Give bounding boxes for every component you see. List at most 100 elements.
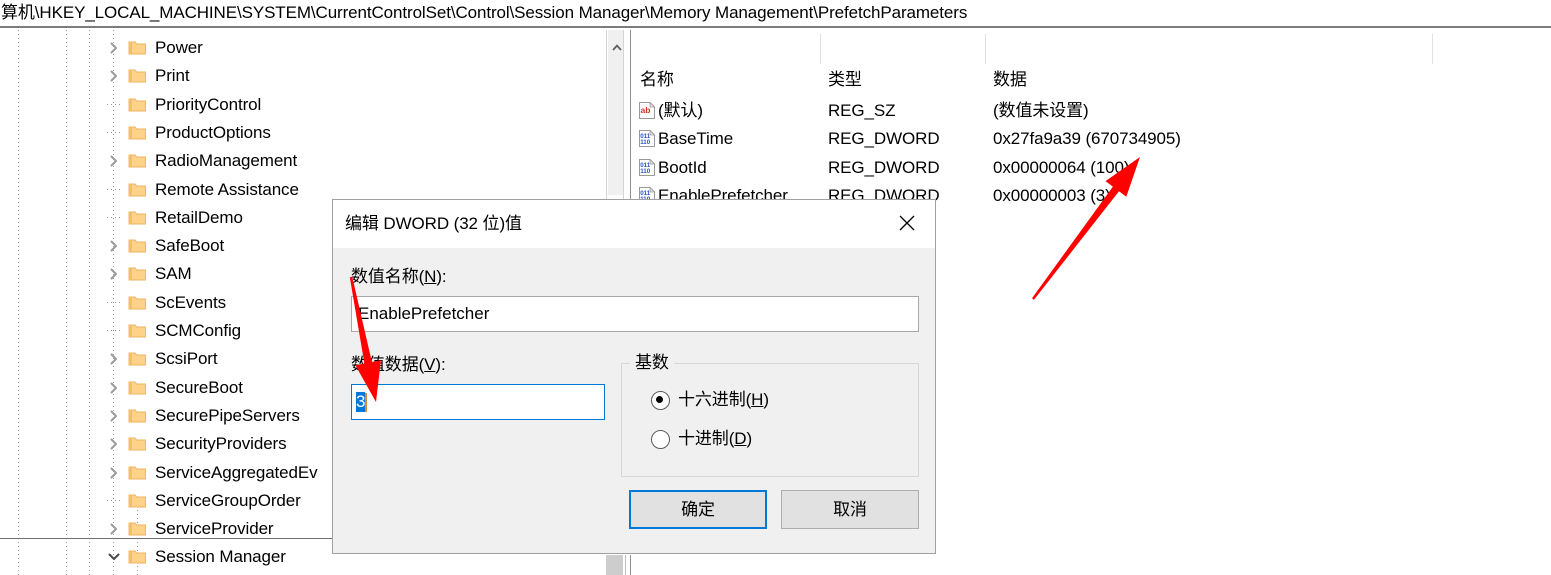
tree-item-label: SCMConfig (155, 321, 242, 340)
chevron-right-icon[interactable] (104, 62, 126, 90)
chevron-right-icon[interactable] (104, 374, 126, 402)
tree-guide-line (18, 30, 19, 575)
tree-item-secureboot[interactable]: SecureBoot (104, 374, 243, 402)
tree-item-power[interactable]: Power (104, 34, 203, 62)
value-name-label-prefix: 数值名称( (351, 267, 425, 286)
tree-item-label: Remote Assistance (155, 179, 299, 199)
tree-guide-line (89, 30, 90, 575)
folder-icon (126, 232, 148, 260)
close-icon[interactable] (887, 206, 927, 240)
tree-item-label: ServiceGroupOrder (155, 490, 301, 510)
value-list-row[interactable] (632, 128, 1551, 156)
column-header-data[interactable]: 数据 (993, 70, 1027, 90)
column-header-type[interactable]: 类型 (828, 70, 862, 90)
folder-icon (126, 345, 148, 373)
chevron-right-icon[interactable] (104, 232, 126, 260)
text-caret (365, 392, 368, 412)
column-separator[interactable] (820, 34, 821, 64)
tree-item-label: Power (155, 38, 203, 57)
column-header-name[interactable]: 名称 (640, 70, 674, 90)
base-group-label: 基数 (630, 353, 674, 373)
tree-connector (104, 289, 126, 317)
value-name-label-suffix: ): (436, 267, 447, 286)
tree-item-label: RadioManagement (155, 151, 298, 171)
folder-icon (126, 62, 148, 90)
folder-icon (126, 91, 148, 119)
folder-icon (126, 204, 148, 232)
folder-icon (126, 459, 148, 487)
tree-item-scsiport[interactable]: ScsiPort (104, 345, 218, 373)
tree-item-scevents[interactable]: ScEvents (104, 289, 226, 317)
folder-icon (126, 374, 148, 402)
column-separator[interactable] (1432, 34, 1433, 64)
tree-item-servicegrouporder[interactable]: ServiceGroupOrder (104, 487, 301, 515)
value-data-label: 数值数据(V): (351, 355, 446, 375)
tree-item-safeboot[interactable]: SafeBoot (104, 232, 224, 260)
tree-item-securepipeservers[interactable]: SecurePipeServers (104, 402, 300, 430)
tree-item-label: ScEvents (155, 292, 227, 312)
tree-item-label: SecureBoot (155, 377, 243, 397)
chevron-right-icon[interactable] (104, 459, 126, 487)
radio-decimal-indicator[interactable] (651, 429, 670, 449)
folder-icon (126, 289, 148, 317)
tree-item-serviceaggregatedev[interactable]: ServiceAggregatedEv (104, 459, 318, 487)
tree-item-label: SAM (155, 264, 192, 284)
dialog-title-bar: 编辑 DWORD (32 位)值 (333, 200, 935, 248)
tree-item-label: ScsiPort (155, 349, 218, 369)
value-list-row[interactable] (632, 157, 1551, 185)
value-data-label-prefix: 数值数据( (351, 355, 425, 374)
column-separator[interactable] (985, 34, 986, 64)
tree-item-label: SecurePipeServers (155, 405, 300, 425)
radio-decimal[interactable]: 十进制(D) (651, 429, 752, 449)
tree-scrollbar-thumb[interactable] (608, 30, 624, 195)
chevron-right-icon[interactable] (104, 260, 126, 288)
value-name-input-text: EnablePrefetcher (358, 304, 490, 323)
tree-item-radiomanagement[interactable]: RadioManagement (104, 147, 297, 175)
folder-icon (126, 176, 148, 204)
folder-icon (126, 402, 148, 430)
tree-item-label: ServiceProvider (155, 519, 274, 539)
ok-button[interactable]: 确定 (629, 490, 767, 529)
base-groupbox (621, 363, 919, 477)
chevron-right-icon[interactable] (104, 402, 126, 430)
value-data-input-text: 3 (356, 392, 366, 412)
tree-item-retaildemo[interactable]: RetailDemo (104, 204, 243, 232)
tree-item-productoptions[interactable]: ProductOptions (104, 119, 271, 147)
tree-horizontal-scrollbar[interactable] (606, 555, 623, 575)
value-data-input[interactable]: 3 (351, 384, 605, 420)
value-name-accesskey: N (424, 267, 437, 286)
value-name-label: 数值名称(N): (351, 267, 447, 287)
tree-item-securityproviders[interactable]: SecurityProviders (104, 430, 287, 458)
chevron-right-icon[interactable] (104, 34, 126, 62)
address-bar[interactable]: 算机\HKEY_LOCAL_MACHINE\SYSTEM\CurrentCont… (0, 0, 1551, 28)
registry-editor-window: 算机\HKEY_LOCAL_MACHINE\SYSTEM\CurrentCont… (0, 0, 1551, 575)
tree-item-sam[interactable]: SAM (104, 260, 192, 288)
tree-item-scmconfig[interactable]: SCMConfig (104, 317, 241, 345)
tree-item-session-manager[interactable]: Session Manager (104, 543, 286, 571)
chevron-right-icon[interactable] (104, 430, 126, 458)
tree-item-label: Session Manager (155, 547, 286, 567)
cancel-button[interactable]: 取消 (781, 490, 919, 529)
radio-hexadecimal[interactable]: 十六进制(H) (651, 390, 769, 410)
chevron-right-icon[interactable] (104, 345, 126, 373)
radio-hexadecimal-indicator[interactable] (651, 390, 670, 410)
tree-horizontal-scrollbar-edge (625, 555, 631, 575)
value-list-row[interactable] (632, 100, 1551, 128)
folder-icon (126, 34, 148, 62)
tree-item-prioritycontrol[interactable]: PriorityControl (104, 91, 261, 119)
chevron-down-icon[interactable] (104, 543, 126, 571)
tree-item-remote-assistance[interactable]: Remote Assistance (104, 176, 299, 204)
tree-guide-line (66, 30, 67, 575)
tree-connector (104, 204, 126, 232)
tree-item-label: Print (155, 66, 190, 86)
radio-hexadecimal-label: 十六进制(H) (678, 390, 769, 409)
value-name-input[interactable]: EnablePrefetcher (351, 296, 919, 332)
tree-item-label: PriorityControl (155, 94, 262, 114)
tree-connector (104, 91, 126, 119)
edit-dword-dialog: 编辑 DWORD (32 位)值 数值名称(N): EnablePrefetch… (332, 199, 936, 554)
dialog-title: 编辑 DWORD (32 位)值 (345, 214, 522, 233)
tree-item-print[interactable]: Print (104, 62, 190, 90)
value-data-accesskey: V (424, 355, 436, 374)
tree-connector (104, 317, 126, 345)
chevron-right-icon[interactable] (104, 147, 126, 175)
